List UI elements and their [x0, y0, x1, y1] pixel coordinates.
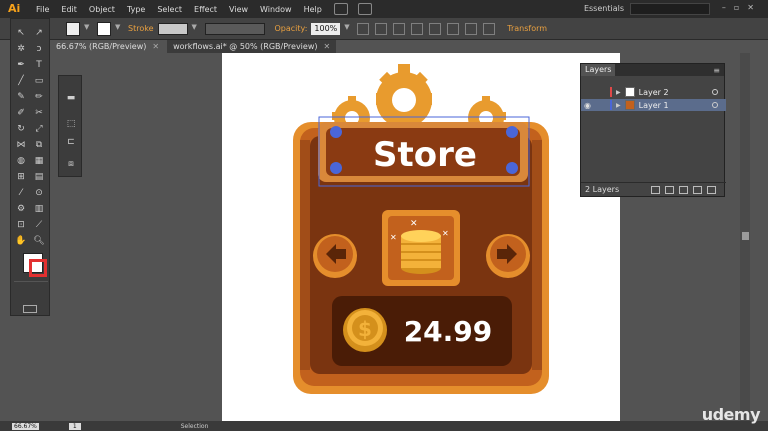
layer-thumbnail — [624, 87, 635, 97]
layers-panel: Layers ≡ ▶ Layer 2 ◉ ▶ Layer 1 2 Layers — [580, 63, 726, 197]
locate-object-icon[interactable] — [651, 186, 660, 194]
coin-stack-icon — [401, 230, 441, 274]
layers-panel-header: Layers ≡ — [581, 64, 724, 76]
eye-icon[interactable]: ◉ — [584, 101, 594, 110]
layers-panel-footer: 2 Layers — [581, 182, 726, 196]
dollar-coin-icon: $ — [343, 308, 387, 352]
svg-text:✕: ✕ — [390, 233, 397, 242]
layer-row[interactable]: ▶ Layer 2 — [581, 86, 726, 98]
udemy-watermark: udemy — [701, 405, 761, 424]
make-clipping-mask-icon[interactable] — [665, 186, 674, 194]
panel-menu-icon[interactable]: ≡ — [713, 66, 720, 75]
new-layer-icon[interactable] — [693, 186, 702, 194]
gear-icon — [376, 64, 432, 128]
left-arrow-button[interactable] — [313, 234, 357, 278]
expand-triangle-icon[interactable]: ▶ — [616, 89, 621, 96]
layers-tab[interactable]: Layers — [581, 64, 616, 76]
expand-triangle-icon[interactable]: ▶ — [616, 102, 621, 109]
zoom-field[interactable]: 66.67% — [12, 422, 39, 430]
board-right-plank — [532, 140, 542, 370]
new-sublayer-icon[interactable] — [679, 186, 688, 194]
layer-name[interactable]: Layer 2 — [639, 88, 712, 97]
target-icon[interactable] — [712, 102, 718, 108]
target-icon[interactable] — [712, 89, 718, 95]
right-arrow-button[interactable] — [486, 234, 530, 278]
trash-icon[interactable] — [707, 186, 716, 194]
layer-count: 2 Layers — [585, 185, 620, 194]
price-value: 24.99 — [404, 315, 493, 348]
current-tool-status: Selection — [180, 422, 209, 430]
layer-row[interactable]: ◉ ▶ Layer 1 — [581, 99, 726, 111]
currency-symbol: $ — [358, 317, 372, 341]
artboard-navigation[interactable]: 1 — [68, 422, 81, 430]
layer-name[interactable]: Layer 1 — [639, 101, 712, 110]
layer-color-bar — [610, 87, 612, 97]
layer-color-bar — [610, 100, 612, 110]
board-left-plank — [300, 140, 310, 370]
scrollbar-thumb[interactable] — [742, 232, 749, 240]
svg-text:✕: ✕ — [410, 219, 418, 229]
store-title: Store — [373, 135, 477, 175]
svg-text:✕: ✕ — [442, 229, 449, 238]
status-bar: 66.67% 1 Selection — [0, 421, 768, 431]
layer-thumbnail — [624, 100, 635, 110]
